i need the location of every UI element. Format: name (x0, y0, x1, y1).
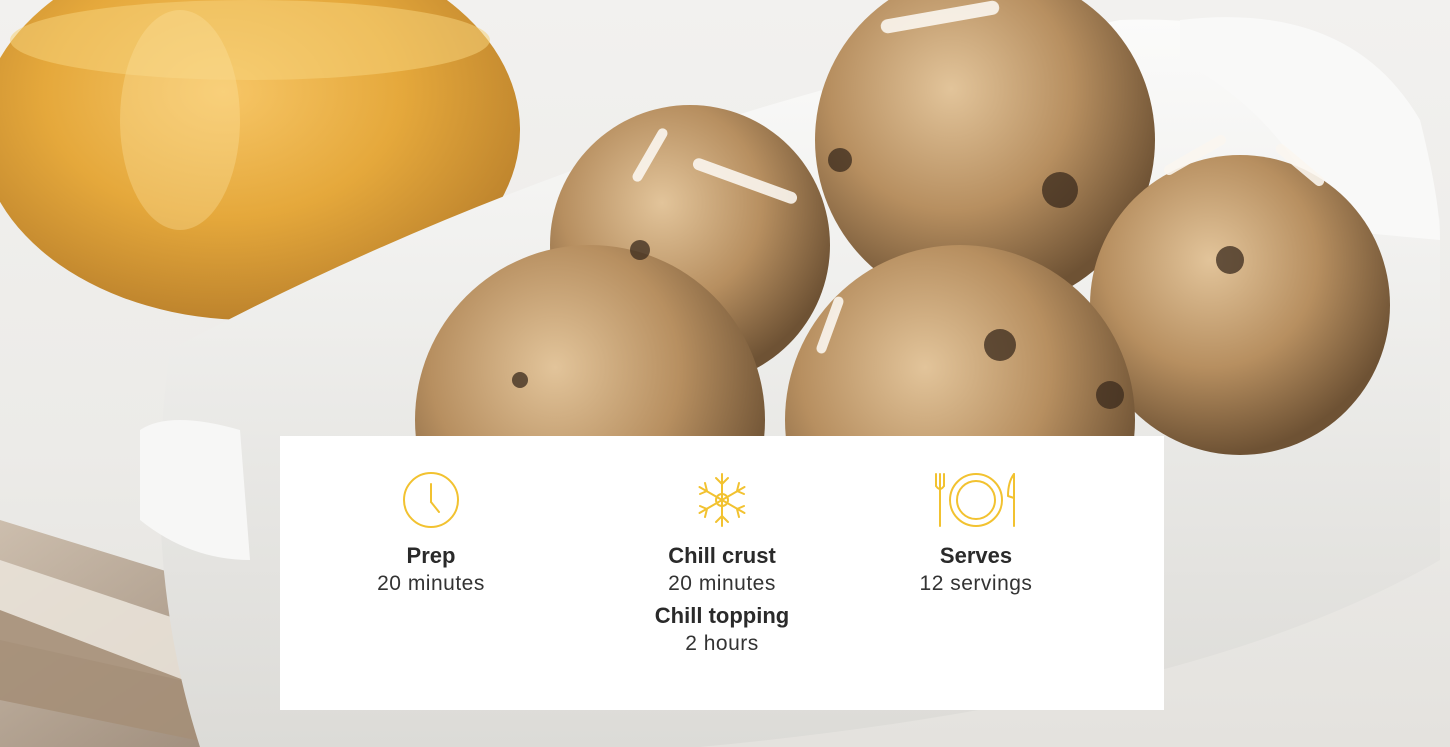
snowflake-icon (698, 473, 746, 527)
chill-stat: Chill crust 20 minutes Chill topping 2 h… (620, 470, 824, 658)
serves-label: Serves (939, 543, 1013, 568)
prep-label: Prep (406, 543, 456, 568)
prep-value: 20 minutes (377, 572, 485, 595)
plate-utensils-icon (935, 473, 1015, 527)
clock-icon (403, 472, 459, 528)
recipe-hero-image: Prep 20 minutes Chill crust 20 minutes C… (0, 0, 1450, 747)
serves-stat: Serves 12 servings (885, 470, 1067, 598)
chill-topping-label: Chill topping (654, 603, 790, 628)
recipe-info-card: Prep 20 minutes Chill crust 20 minutes C… (280, 436, 1164, 710)
chill-topping-value: 2 hours (685, 632, 759, 655)
serves-value: 12 servings (919, 572, 1033, 595)
chill-crust-label: Chill crust (668, 543, 776, 568)
chill-crust-value: 20 minutes (668, 572, 776, 595)
prep-stat: Prep 20 minutes (340, 470, 522, 598)
